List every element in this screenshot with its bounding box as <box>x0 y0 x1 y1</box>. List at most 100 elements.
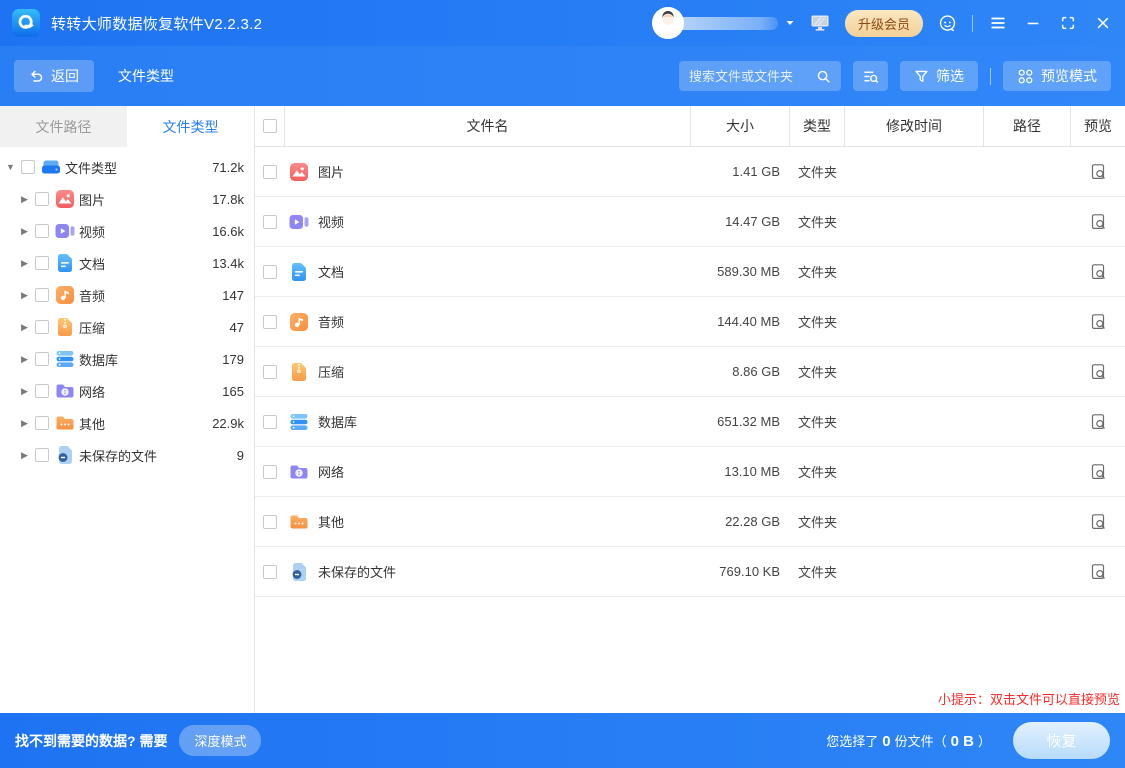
tree-checkbox[interactable] <box>35 320 49 334</box>
preview-icon[interactable] <box>1087 161 1109 183</box>
expand-arrow-icon[interactable]: ▶ <box>18 418 31 429</box>
table-row[interactable]: 视频 14.47 GB 文件夹 <box>255 197 1125 247</box>
table-row[interactable]: 其他 22.28 GB 文件夹 <box>255 497 1125 547</box>
upgrade-member-button[interactable]: 升级会员 <box>845 10 923 37</box>
tree-item-label: 未保存的文件 <box>79 446 157 465</box>
expand-arrow-icon[interactable]: ▶ <box>18 226 31 237</box>
preview-icon[interactable] <box>1087 211 1109 233</box>
maximize-icon[interactable] <box>1058 14 1078 32</box>
preview-icon[interactable] <box>1087 361 1109 383</box>
tree-item-network[interactable]: ▶ 网络 165 <box>0 375 254 407</box>
expand-arrow-icon[interactable]: ▶ <box>18 386 31 397</box>
tree-checkbox[interactable] <box>35 288 49 302</box>
tree-checkbox[interactable] <box>35 192 49 206</box>
table-row[interactable]: 网络 13.10 MB 文件夹 <box>255 447 1125 497</box>
header-size[interactable]: 大小 <box>691 106 790 146</box>
tab-file-type[interactable]: 文件类型 <box>127 106 254 147</box>
tree-checkbox[interactable] <box>35 416 49 430</box>
file-type: 文件夹 <box>790 462 845 481</box>
expand-arrow-icon[interactable]: ▶ <box>18 450 31 461</box>
tab-file-path[interactable]: 文件路径 <box>0 106 127 147</box>
expand-arrow-icon[interactable]: ▶ <box>18 258 31 269</box>
tree-item-video[interactable]: ▶ 视频 16.6k <box>0 215 254 247</box>
table-row[interactable]: 音频 144.40 MB 文件夹 <box>255 297 1125 347</box>
header-preview[interactable]: 预览 <box>1071 106 1125 146</box>
close-icon[interactable] <box>1093 14 1113 32</box>
row-checkbox[interactable] <box>263 465 277 479</box>
header-mtime[interactable]: 修改时间 <box>845 106 984 146</box>
tree-checkbox[interactable] <box>21 160 35 174</box>
tree-item-audio[interactable]: ▶ 音频 147 <box>0 279 254 311</box>
tip-text: 小提示：双击文件可以直接预览 <box>938 689 1120 708</box>
row-checkbox[interactable] <box>263 415 277 429</box>
minimize-icon[interactable] <box>1023 14 1043 32</box>
row-checkbox[interactable] <box>263 515 277 529</box>
chevron-down-icon[interactable] <box>785 18 795 28</box>
select-all-checkbox[interactable] <box>263 119 277 133</box>
file-size: 14.47 GB <box>691 214 790 229</box>
table-row[interactable]: 图片 1.41 GB 文件夹 <box>255 147 1125 197</box>
preview-icon[interactable] <box>1087 511 1109 533</box>
row-checkbox[interactable] <box>263 365 277 379</box>
table-row[interactable]: 未保存的文件 769.10 KB 文件夹 <box>255 547 1125 597</box>
deep-mode-button[interactable]: 深度模式 <box>179 725 261 756</box>
row-checkbox[interactable] <box>263 165 277 179</box>
search-icon[interactable] <box>816 69 831 84</box>
database-icon <box>55 349 75 369</box>
tree-item-database[interactable]: ▶ 数据库 179 <box>0 343 254 375</box>
row-checkbox[interactable] <box>263 215 277 229</box>
search-box[interactable] <box>679 61 841 91</box>
filter-button-label: 筛选 <box>936 66 964 86</box>
row-checkbox[interactable] <box>263 565 277 579</box>
preview-icon[interactable] <box>1087 411 1109 433</box>
header-type[interactable]: 类型 <box>790 106 845 146</box>
header-path[interactable]: 路径 <box>984 106 1071 146</box>
tree-checkbox[interactable] <box>35 256 49 270</box>
tree-checkbox[interactable] <box>35 448 49 462</box>
tree-item-image[interactable]: ▶ 图片 17.8k <box>0 183 254 215</box>
redacted-username <box>660 17 778 30</box>
search-input[interactable] <box>689 69 816 84</box>
expand-arrow-icon[interactable]: ▶ <box>18 354 31 365</box>
database-icon <box>289 412 309 432</box>
tree-item-drive[interactable]: ▼ 文件类型 71.2k <box>0 151 254 183</box>
preview-icon[interactable] <box>1087 311 1109 333</box>
tree-item-doc[interactable]: ▶ 文档 13.4k <box>0 247 254 279</box>
tree-item-label: 文档 <box>79 254 105 273</box>
tree-item-count: 147 <box>222 288 244 303</box>
customer-service-icon[interactable] <box>938 14 957 33</box>
preview-mode-button[interactable]: 预览模式 <box>1003 61 1111 91</box>
user-account[interactable] <box>652 6 770 40</box>
file-name: 视频 <box>318 212 344 231</box>
table-row[interactable]: 数据库 651.32 MB 文件夹 <box>255 397 1125 447</box>
selection-suffix: ） <box>978 731 991 750</box>
tree-checkbox[interactable] <box>35 384 49 398</box>
tree-item-count: 179 <box>222 352 244 367</box>
row-checkbox[interactable] <box>263 265 277 279</box>
table-row[interactable]: 文档 589.30 MB 文件夹 <box>255 247 1125 297</box>
header-name[interactable]: 文件名 <box>285 106 691 146</box>
expand-arrow-icon[interactable]: ▶ <box>18 322 31 333</box>
tree-item-unsaved[interactable]: ▶ 未保存的文件 9 <box>0 439 254 471</box>
expand-arrow-icon[interactable]: ▼ <box>4 162 17 172</box>
tree-checkbox[interactable] <box>35 352 49 366</box>
tree-item-zip[interactable]: ▶ 压缩 47 <box>0 311 254 343</box>
row-checkbox[interactable] <box>263 315 277 329</box>
preview-icon[interactable] <box>1087 461 1109 483</box>
table-row[interactable]: 压缩 8.86 GB 文件夹 <box>255 347 1125 397</box>
preview-icon[interactable] <box>1087 261 1109 283</box>
back-button[interactable]: 返回 <box>14 60 94 92</box>
filter-button[interactable]: 筛选 <box>900 61 978 91</box>
search-in-results-button[interactable] <box>853 61 888 91</box>
tree-item-other[interactable]: ▶ 其他 22.9k <box>0 407 254 439</box>
preview-icon[interactable] <box>1087 561 1109 583</box>
expand-arrow-icon[interactable]: ▶ <box>18 194 31 205</box>
selection-size: 0 B <box>951 733 974 750</box>
tree-checkbox[interactable] <box>35 224 49 238</box>
monitor-icon[interactable] <box>810 14 830 32</box>
recover-button[interactable]: 恢复 <box>1013 722 1110 759</box>
menu-icon[interactable] <box>988 14 1008 32</box>
expand-arrow-icon[interactable]: ▶ <box>18 290 31 301</box>
breadcrumb: 文件类型 <box>118 66 174 86</box>
file-name: 压缩 <box>318 362 344 381</box>
